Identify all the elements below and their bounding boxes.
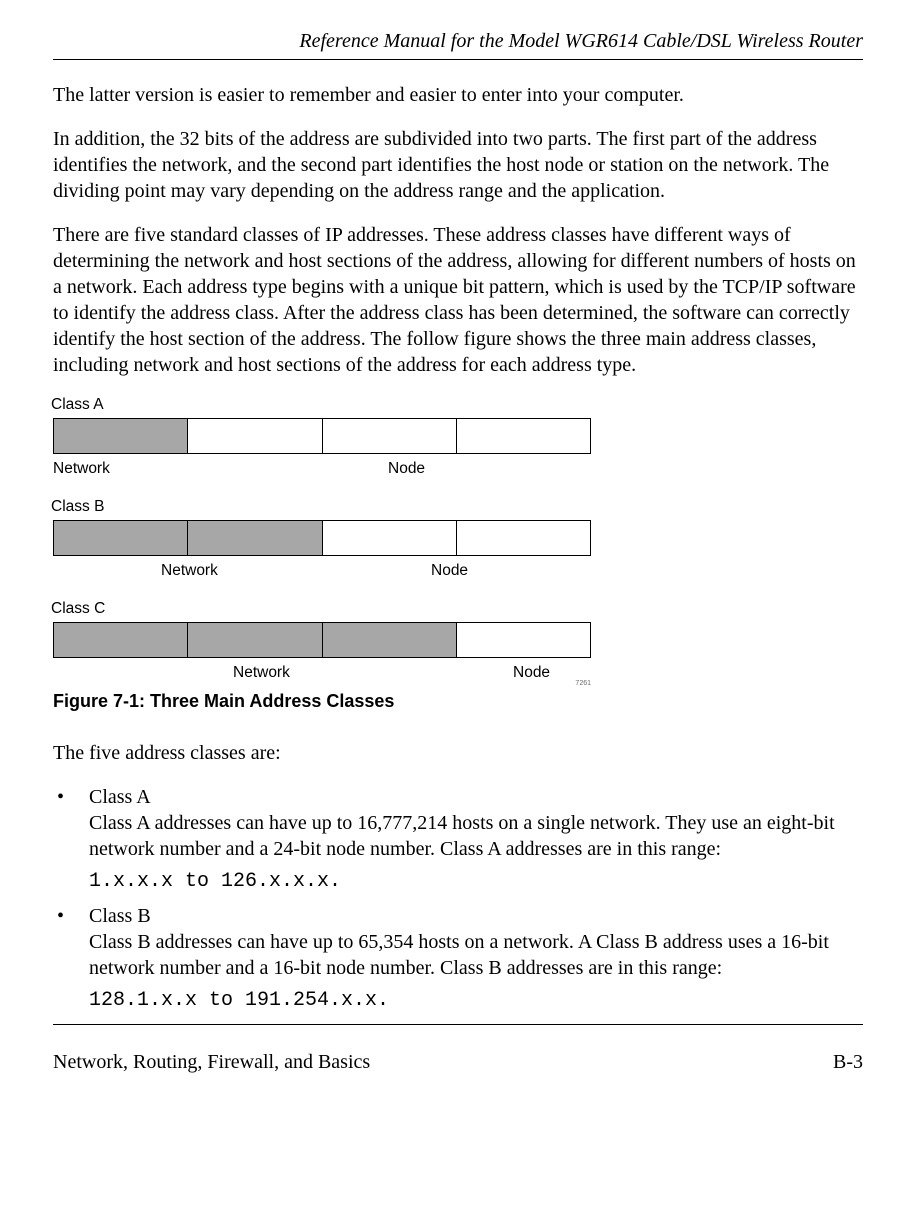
class-a-body: Class A addresses can have up to 16,777,… (89, 812, 835, 860)
header-rule (53, 59, 863, 60)
class-a-bar (53, 418, 591, 454)
class-b-network-octet (188, 521, 322, 555)
class-b-network-octet (54, 521, 188, 555)
body-paragraph-3: There are five standard classes of IP ad… (53, 222, 863, 378)
page-header-title: Reference Manual for the Model WGR614 Ca… (53, 30, 863, 53)
address-class-list: Class B Class B addresses can have up to… (53, 903, 863, 981)
class-c-node-label: Node (513, 664, 550, 682)
class-b-network-label: Network (161, 562, 231, 580)
class-c-network-label: Network (233, 664, 303, 682)
address-class-list: Class A Class A addresses can have up to… (53, 784, 863, 862)
page-footer: Network, Routing, Firewall, and Basics B… (53, 1051, 863, 1074)
address-class-diagram: Class A Network Node Class B Network Nod… (53, 396, 863, 687)
class-a-label: Class A (51, 396, 863, 414)
body-paragraph-2: In addition, the 32 bits of the address … (53, 126, 863, 204)
class-b-labels-row: Network Node (53, 562, 863, 580)
class-c-network-octet (323, 623, 457, 657)
class-b-node-octet (323, 521, 457, 555)
class-a-network-octet (54, 419, 188, 453)
footer-rule (53, 1024, 863, 1025)
class-c-bar (53, 622, 591, 658)
footer-page-number: B-3 (833, 1051, 863, 1074)
class-c-labels-row: Network Node (53, 664, 863, 682)
class-a-labels-row: Network Node (53, 460, 863, 478)
class-a-node-octet (323, 419, 457, 453)
body-paragraph-1: The latter version is easier to remember… (53, 82, 863, 108)
class-b-node-label: Node (431, 562, 468, 580)
class-c-network-octet (54, 623, 188, 657)
class-a-title: Class A (89, 786, 151, 808)
list-item-class-b: Class B Class B addresses can have up to… (53, 903, 863, 981)
class-b-body: Class B addresses can have up to 65,354 … (89, 931, 829, 979)
class-a-network-label: Network (53, 460, 123, 478)
class-b-range-code: 128.1.x.x to 191.254.x.x. (89, 989, 863, 1012)
footer-section-title: Network, Routing, Firewall, and Basics (53, 1051, 370, 1074)
class-c-label: Class C (51, 600, 863, 618)
class-c-node-octet (457, 623, 590, 657)
class-a-node-octet (188, 419, 322, 453)
class-b-node-octet (457, 521, 590, 555)
class-b-title: Class B (89, 905, 151, 927)
class-b-label: Class B (51, 498, 863, 516)
list-item-class-a: Class A Class A addresses can have up to… (53, 784, 863, 862)
body-paragraph-4: The five address classes are: (53, 740, 863, 766)
figure-caption: Figure 7-1: Three Main Address Classes (53, 691, 863, 712)
class-b-bar (53, 520, 591, 556)
class-c-network-octet (188, 623, 322, 657)
class-a-range-code: 1.x.x.x to 126.x.x.x. (89, 870, 863, 893)
class-a-node-octet (457, 419, 590, 453)
class-a-node-label: Node (388, 460, 425, 478)
